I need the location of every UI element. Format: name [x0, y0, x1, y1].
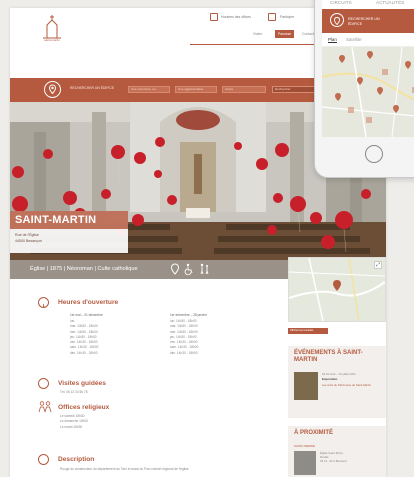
nearby-name[interactable]: SAINT-PIERRE — [294, 444, 315, 449]
expand-map-icon[interactable]: ⤢ — [374, 261, 382, 269]
search-input-commune[interactable]: Une commune, un... — [128, 86, 170, 93]
map-illustration — [288, 257, 386, 322]
location-icon — [170, 263, 180, 275]
phone-pin-icon[interactable] — [330, 13, 344, 27]
phone-search-banner: RECHERCHER UN ÉDIFICE — [322, 9, 414, 33]
search-button[interactable]: Rechercher — [272, 86, 318, 93]
hours-period-2: 1er décembre – 28 janvier — [170, 313, 208, 317]
phone-home-button[interactable] — [365, 145, 383, 163]
phone-map-toggle: Plan Satellite — [322, 33, 414, 47]
phone-tab-news[interactable]: ACTUALITÉS — [376, 0, 404, 5]
description-text: Rouge du constructeur du département du … — [60, 467, 189, 471]
description-icon — [38, 454, 49, 465]
hours-period-1: 1er mai – 31 décembre — [70, 313, 103, 317]
events-box: ÉVÉNEMENTS À SAINT-MARTIN 04.10 Août – 1… — [288, 346, 386, 418]
hours-row: dim. 14h30 - 18h00 — [170, 350, 198, 355]
phone-map-illustration — [322, 46, 414, 137]
phone-screen: CIRCUITS ACTUALITÉS RECHERCHER UN ÉDIFIC… — [322, 0, 414, 137]
nearby-title: À PROXIMITÉ — [294, 430, 334, 436]
hours-title: Heures d'ouverture — [58, 299, 119, 306]
phone-mockup: CIRCUITS ACTUALITÉS RECHERCHER UN ÉDIFIC… — [314, 0, 414, 178]
page-title: SAINT-MARTIN — [15, 214, 97, 226]
location-map[interactable]: ⤢ — [288, 257, 386, 322]
church-meta-text: Église | 1875 | Néoroman | Culte catholi… — [30, 266, 138, 272]
guided-tour-icon — [38, 378, 49, 389]
office-line: Le mardi 18h30 — [60, 424, 83, 429]
address-line-2: 44500 Besançon — [15, 239, 42, 243]
phone-tab-circuits[interactable]: CIRCUITS — [330, 0, 352, 5]
nav-item-parish[interactable]: Paroisse — [275, 30, 295, 38]
event-description: Les amis du Patrimoine de Saint-Martin — [322, 383, 371, 387]
phone-map[interactable] — [322, 46, 414, 137]
phone-toggle-satellite[interactable]: Satellite — [346, 37, 362, 42]
nearby-box: À PROXIMITÉ SAINT-PIERRE Église Saint-Pi… — [288, 426, 386, 477]
phone-toggle-plan[interactable]: Plan — [328, 37, 337, 43]
phone-tabs: CIRCUITS ACTUALITÉS — [322, 0, 414, 9]
offices-title: Offices religieux — [58, 404, 110, 411]
contribute-icon[interactable] — [268, 13, 276, 21]
nav-item-visit[interactable]: Visiter — [253, 30, 262, 38]
search-label: RECHERCHER UN ÉDIFICE — [70, 86, 115, 90]
guided-phone: Tél. 06 12 34 56 78 — [60, 390, 88, 394]
clock-icon — [38, 297, 49, 308]
show-results-button[interactable]: Afficher les résultats — [288, 328, 328, 334]
logo-text: saint-martin — [44, 38, 60, 42]
guided-visit-icon — [200, 263, 209, 275]
nearby-details: Église Saint-Pierre Deville 03 14 - 20 4… — [320, 451, 346, 463]
hours-list-2: lun. 14h30 - 18h00 mar. 14h30 - 18h00 me… — [170, 319, 198, 356]
guided-title: Visites guidées — [58, 380, 106, 387]
calendar-icon[interactable] — [210, 13, 218, 21]
events-title: ÉVÉNEMENTS À SAINT-MARTIN — [294, 350, 363, 363]
header-link-offices[interactable]: Horaires des offices — [221, 15, 251, 19]
people-icon — [38, 401, 52, 413]
offices-list: Le samedi 18h30 Le dimanche 10h00 Le mar… — [60, 414, 88, 430]
nearby-thumbnail[interactable] — [294, 451, 316, 475]
wheelchair-icon — [184, 263, 193, 275]
phone-banner-text: RECHERCHER UN ÉDIFICE — [348, 17, 380, 26]
description-title: Description — [58, 456, 95, 463]
header-link-participate[interactable]: Participer — [280, 15, 294, 19]
search-select-access[interactable]: Accès — [222, 86, 266, 93]
address-line-1: Rue de l'Église — [15, 233, 39, 237]
search-input-agglomeration[interactable]: Une agglomération — [175, 86, 217, 93]
hours-list-1: lun. mar. 14h30 - 18h00 mer. 14h30 - 18h… — [70, 319, 98, 356]
event-thumbnail[interactable] — [294, 372, 318, 400]
location-pin-icon[interactable] — [44, 81, 61, 98]
hours-row: dim. 14h30 - 18h00 — [70, 350, 98, 355]
event-name[interactable]: Exposition — [322, 377, 337, 382]
nearby-line: 03 14 - 20 4 Bertrand — [320, 459, 347, 463]
